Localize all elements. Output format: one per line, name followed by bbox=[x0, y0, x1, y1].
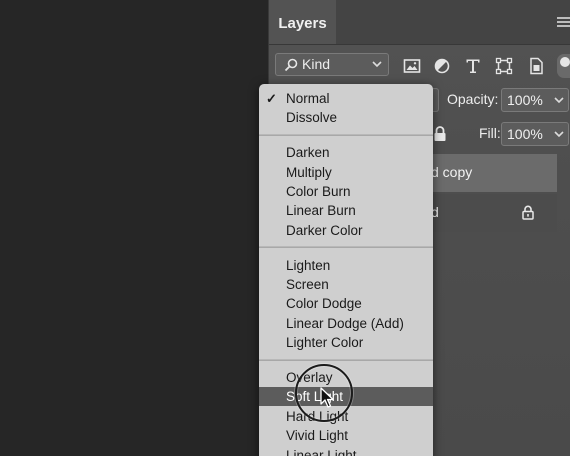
menu-item-soft-light[interactable]: Soft Light bbox=[259, 387, 433, 407]
opacity-field[interactable]: 100% bbox=[501, 88, 569, 112]
document-canvas-area[interactable] bbox=[0, 0, 268, 456]
menu-item-normal[interactable]: ✓ Normal bbox=[259, 89, 433, 108]
kind-filter-label: Kind bbox=[302, 56, 331, 72]
menu-item-lighter-color[interactable]: Lighter Color bbox=[259, 333, 433, 352]
opacity-value: 100% bbox=[507, 92, 543, 108]
blend-mode-menu: ✓ Normal Dissolve Darken Multiply Color Burn L… bbox=[259, 84, 433, 456]
image-filter-icon[interactable] bbox=[403, 57, 421, 75]
menu-item-color-dodge[interactable]: Color Dodge bbox=[259, 294, 433, 313]
menu-item-darker-color[interactable]: Darker Color bbox=[259, 221, 433, 240]
type-filter-icon[interactable] bbox=[464, 57, 482, 75]
search-icon bbox=[284, 58, 298, 72]
menu-item-label: Color Dodge bbox=[286, 296, 362, 312]
menu-item-label: Hard Light bbox=[286, 408, 349, 424]
menu-item-lighten[interactable]: Lighten bbox=[259, 256, 433, 275]
menu-item-label: Color Burn bbox=[286, 184, 351, 199]
menu-item-linear-dodge-add[interactable]: Linear Dodge (Add) bbox=[259, 314, 433, 333]
adjustment-filter-icon[interactable] bbox=[433, 57, 451, 75]
menu-item-label: Vivid Light bbox=[286, 428, 349, 444]
lock-all-icon[interactable] bbox=[433, 126, 447, 142]
toggle-knob bbox=[560, 57, 570, 67]
menu-separator bbox=[259, 358, 433, 361]
menu-separator bbox=[259, 133, 433, 136]
menu-item-screen[interactable]: Screen bbox=[259, 275, 433, 294]
photoshop-workspace: Layers Kind Opacity: 100% Fill: 100% d c… bbox=[0, 0, 570, 456]
fill-value: 100% bbox=[507, 126, 543, 142]
chevron-down-icon[interactable] bbox=[554, 96, 564, 104]
tab-layers[interactable]: Layers bbox=[269, 0, 336, 44]
menu-item-dissolve[interactable]: Dissolve bbox=[259, 108, 433, 127]
menu-item-multiply[interactable]: Multiply bbox=[259, 163, 433, 182]
menu-item-color-burn[interactable]: Color Burn bbox=[259, 182, 433, 201]
layer-filter-row: Kind bbox=[269, 48, 570, 82]
menu-item-label: Dissolve bbox=[286, 110, 338, 126]
checkmark-icon: ✓ bbox=[266, 91, 277, 106]
fill-field[interactable]: 100% bbox=[501, 122, 569, 146]
menu-item-label: Lighten bbox=[286, 257, 331, 273]
kind-filter-select[interactable]: Kind bbox=[275, 53, 389, 76]
menu-item-label: Soft Light bbox=[286, 389, 344, 405]
filter-toggle-switch[interactable] bbox=[557, 54, 570, 78]
menu-item-vivid-light[interactable]: Vivid Light bbox=[259, 426, 433, 445]
menu-item-label: Screen bbox=[286, 277, 329, 292]
menu-item-linear-light[interactable]: Linear Light bbox=[259, 446, 433, 456]
opacity-label: Opacity: bbox=[447, 91, 499, 107]
panel-tab-bar: Layers bbox=[269, 0, 570, 45]
panel-menu-icon[interactable] bbox=[557, 17, 570, 27]
smart-object-filter-icon[interactable] bbox=[527, 57, 545, 75]
lock-icon[interactable] bbox=[522, 205, 534, 220]
menu-item-label: Overlay bbox=[286, 370, 333, 385]
menu-item-label: Lighter Color bbox=[286, 335, 364, 351]
menu-item-overlay[interactable]: Overlay bbox=[259, 368, 433, 387]
shape-filter-icon[interactable] bbox=[495, 57, 513, 75]
menu-item-label: Normal bbox=[286, 91, 330, 106]
menu-item-label: Linear Light bbox=[286, 447, 357, 456]
menu-item-hard-light[interactable]: Hard Light bbox=[259, 407, 433, 426]
chevron-down-icon[interactable] bbox=[554, 130, 564, 138]
menu-item-label: Linear Dodge (Add) bbox=[286, 315, 404, 331]
menu-item-darken[interactable]: Darken bbox=[259, 143, 433, 162]
chevron-down-icon bbox=[372, 61, 382, 68]
menu-item-label: Darker Color bbox=[286, 222, 363, 238]
menu-separator bbox=[259, 246, 433, 249]
menu-item-linear-burn[interactable]: Linear Burn bbox=[259, 201, 433, 220]
menu-item-label: Darken bbox=[286, 145, 330, 161]
menu-item-label: Multiply bbox=[286, 164, 332, 180]
fill-label: Fill: bbox=[479, 125, 501, 141]
menu-item-label: Linear Burn bbox=[286, 203, 356, 219]
